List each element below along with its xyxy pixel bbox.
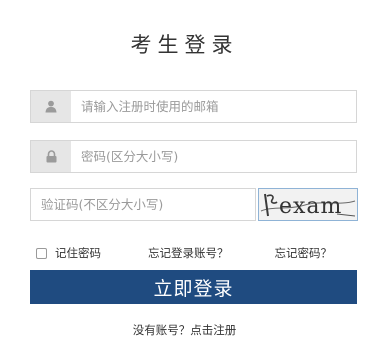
captcha-row: exam bbox=[30, 188, 360, 221]
captcha-input[interactable] bbox=[31, 189, 255, 220]
login-page: 考生登录 exam bbox=[0, 0, 369, 339]
password-field bbox=[30, 140, 357, 173]
email-field bbox=[30, 90, 357, 123]
forgot-account-link[interactable]: 忘记登录账号？ bbox=[148, 245, 229, 261]
password-input[interactable] bbox=[71, 141, 356, 172]
captcha-field bbox=[30, 188, 256, 221]
login-options: 记住密码 忘记登录账号？ 忘记密码？ bbox=[30, 244, 357, 262]
lock-icon bbox=[31, 141, 71, 172]
captcha-text: exam bbox=[279, 194, 342, 219]
forgot-password-link[interactable]: 忘记密码？ bbox=[275, 245, 333, 261]
remember-label: 记住密码 bbox=[55, 246, 101, 260]
email-input[interactable] bbox=[71, 91, 356, 122]
register-link[interactable]: 没有账号？点击注册 bbox=[0, 322, 369, 338]
remember-password[interactable]: 记住密码 bbox=[36, 244, 101, 262]
user-icon bbox=[31, 91, 71, 122]
captcha-image[interactable]: exam bbox=[258, 188, 358, 221]
page-title: 考生登录 bbox=[130, 33, 239, 57]
login-button[interactable]: 立即登录 bbox=[30, 270, 357, 304]
remember-checkbox[interactable] bbox=[36, 247, 47, 259]
